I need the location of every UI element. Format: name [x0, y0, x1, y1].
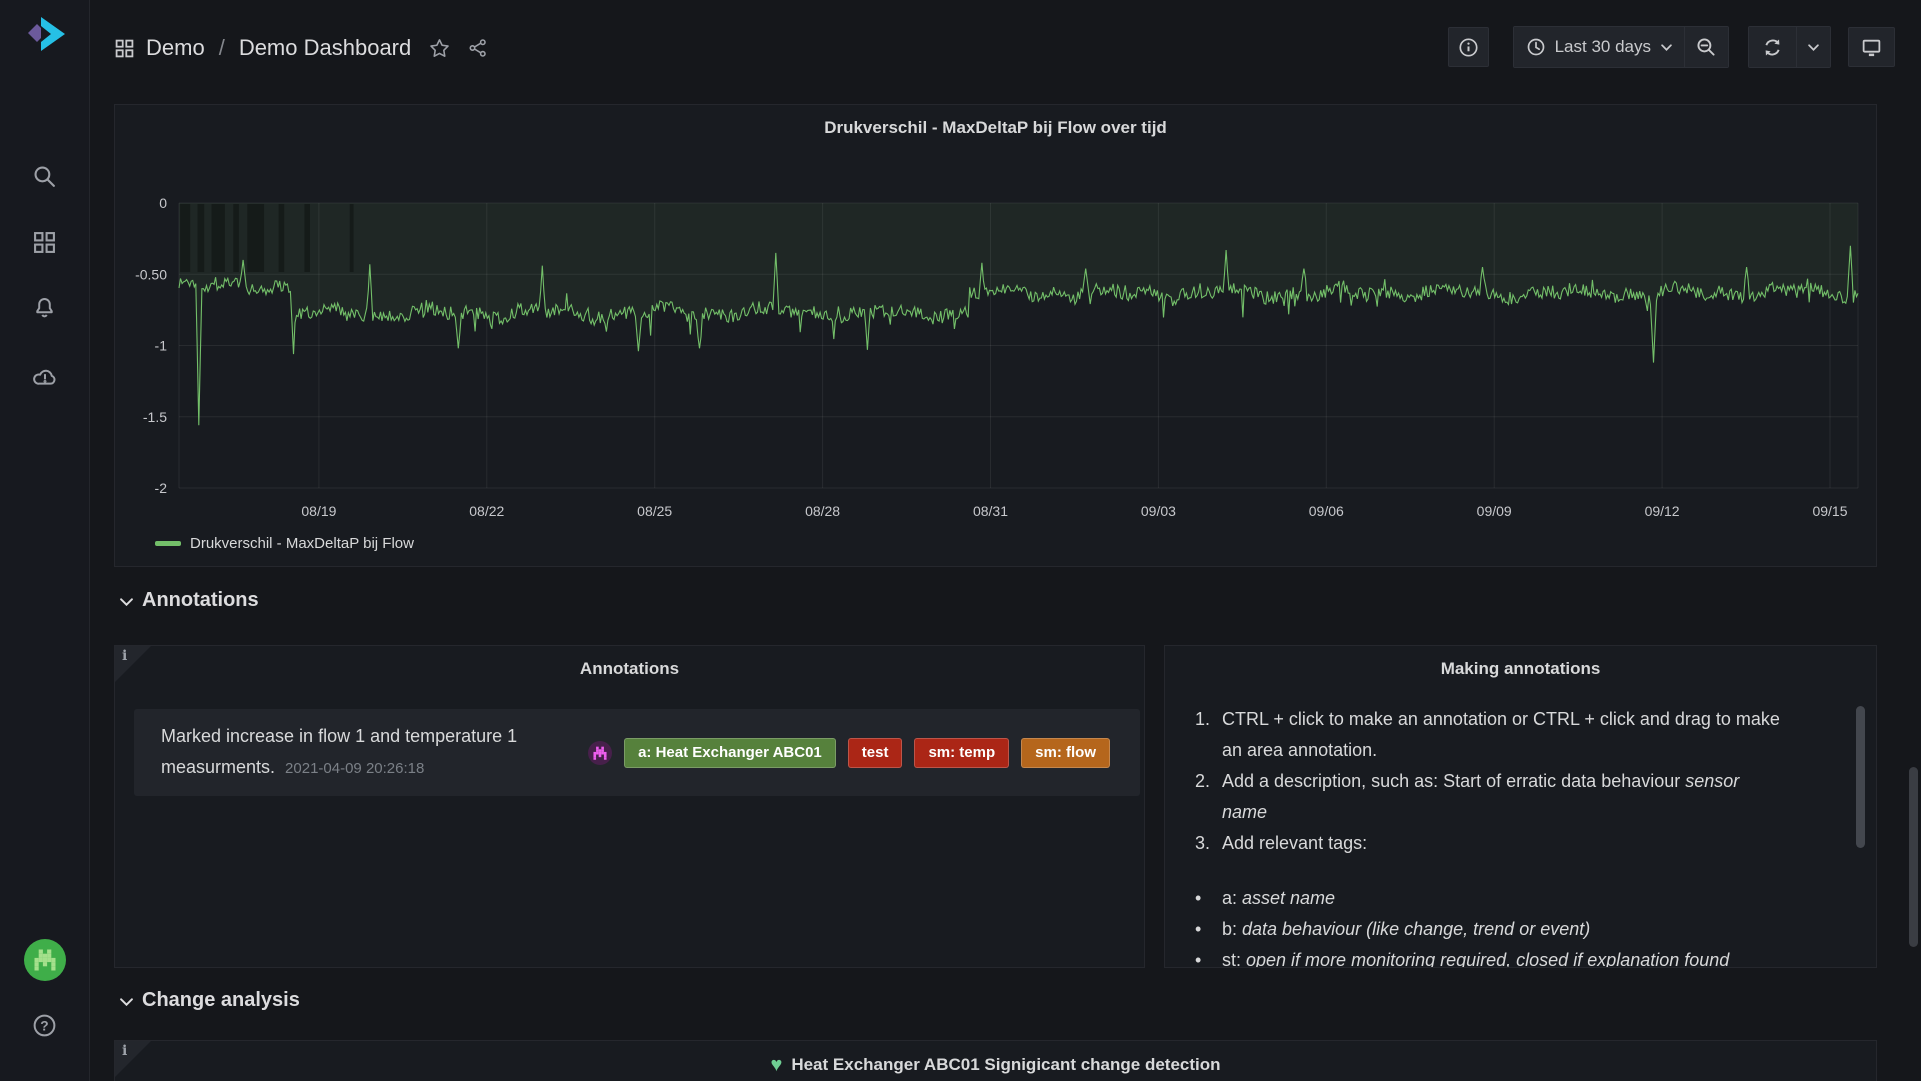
- refresh-icon: [1763, 38, 1782, 57]
- svg-text:?: ?: [40, 1018, 48, 1033]
- panel-title[interactable]: Making annotations: [1165, 659, 1876, 679]
- section-change-analysis-toggle[interactable]: Change analysis: [120, 989, 300, 1012]
- annotation-text: Marked increase in flow 1 and temperatur…: [161, 721, 588, 784]
- annotations-panel: i Annotations Marked increase in flow 1 …: [114, 645, 1145, 968]
- annotation-tag[interactable]: a: Heat Exchanger ABC01: [624, 738, 836, 768]
- cloud-alert-icon[interactable]: [0, 352, 89, 400]
- monitor-icon: [1861, 37, 1882, 58]
- making-bullet: •a: asset name: [1195, 883, 1823, 914]
- annotation-tag[interactable]: sm: flow: [1021, 738, 1110, 768]
- page-scrollbar[interactable]: [1909, 767, 1918, 947]
- svg-text:08/31: 08/31: [973, 503, 1008, 519]
- chevron-down-icon: [1808, 44, 1819, 51]
- panel-title[interactable]: Annotations: [115, 659, 1144, 679]
- making-bullets: •a: asset name•b: data behaviour (like c…: [1195, 883, 1823, 968]
- chevron-down-icon: [1661, 44, 1672, 51]
- zoom-out-button[interactable]: [1684, 27, 1728, 67]
- legend-series-swatch: [155, 541, 181, 546]
- info-corner-icon[interactable]: i: [115, 1041, 151, 1077]
- panel-scrollbar[interactable]: [1856, 706, 1865, 848]
- timeseries-panel: Drukverschil - MaxDeltaP bij Flow over t…: [114, 104, 1877, 567]
- making-annotations-panel: Making annotations 1.CTRL + click to mak…: [1164, 645, 1877, 968]
- kiosk-mode-button[interactable]: [1848, 27, 1895, 67]
- svg-text:0: 0: [159, 195, 167, 211]
- navbar: Demo / Demo Dashboard Last 30 days: [90, 0, 1921, 96]
- time-controls-group: Last 30 days: [1513, 26, 1729, 68]
- making-bullet: •st: open if more monitoring required, c…: [1195, 945, 1823, 968]
- section-change-analysis-label: Change analysis: [142, 989, 300, 1012]
- time-range-label: Last 30 days: [1555, 37, 1651, 57]
- making-steps: 1.CTRL + click to make an annotation or …: [1195, 704, 1823, 859]
- annotation-tag[interactable]: test: [848, 738, 903, 768]
- svg-text:-1.5: -1.5: [143, 409, 167, 425]
- making-step: 3.Add relevant tags:: [1195, 828, 1823, 859]
- info-circle-icon: [1458, 37, 1479, 58]
- svg-text:08/28: 08/28: [805, 503, 840, 519]
- annotation-list-item: Marked increase in flow 1 and temperatur…: [134, 709, 1140, 796]
- heart-icon: ♥: [770, 1055, 782, 1075]
- refresh-interval-dropdown[interactable]: [1796, 27, 1830, 67]
- share-icon[interactable]: [468, 38, 488, 58]
- chevron-down-icon: [120, 998, 133, 1006]
- info-corner-icon[interactable]: i: [115, 646, 151, 682]
- pixel-avatar-green-icon: [24, 939, 66, 981]
- annotation-meta: a: Heat Exchanger ABC01 test sm: temp sm: f…: [588, 738, 1110, 768]
- annotation-tags: a: Heat Exchanger ABC01 test sm: temp sm: f…: [624, 738, 1110, 768]
- annotation-tag[interactable]: sm: temp: [914, 738, 1009, 768]
- sidebar: ?: [0, 0, 90, 1081]
- svg-text:-1: -1: [155, 338, 168, 354]
- refresh-group: [1748, 26, 1831, 68]
- change-detection-panel: i ♥ Heat Exchanger ABC01 Signigicant cha…: [114, 1040, 1877, 1081]
- making-annotations-text: 1.CTRL + click to make an annotation or …: [1195, 704, 1823, 968]
- svg-text:09/12: 09/12: [1645, 503, 1680, 519]
- search-icon[interactable]: [0, 152, 89, 200]
- section-annotations-toggle[interactable]: Annotations: [120, 589, 259, 612]
- svg-text:08/19: 08/19: [301, 503, 336, 519]
- user-avatar[interactable]: [0, 936, 89, 984]
- app-logo-icon[interactable]: [24, 14, 70, 56]
- svg-text:-0.50: -0.50: [135, 266, 167, 282]
- change-detection-title: Heat Exchanger ABC01 Signigicant change …: [791, 1055, 1220, 1075]
- time-range-picker[interactable]: Last 30 days: [1514, 27, 1684, 67]
- annotation-timestamp: 2021-04-09 20:26:18: [285, 760, 424, 777]
- svg-text:09/15: 09/15: [1812, 503, 1847, 519]
- apps-grid-icon: [115, 39, 134, 58]
- breadcrumb-dashboard[interactable]: Demo Dashboard: [239, 35, 411, 61]
- svg-text:-2: -2: [155, 480, 168, 496]
- dashboards-grid-icon[interactable]: [0, 218, 89, 266]
- svg-text:09/03: 09/03: [1141, 503, 1176, 519]
- navbar-toolbar: Last 30 days: [1448, 27, 1895, 67]
- section-annotations-label: Annotations: [142, 589, 259, 612]
- breadcrumb-folder[interactable]: Demo: [146, 35, 205, 61]
- chevron-down-icon: [120, 598, 133, 606]
- chart-legend[interactable]: Drukverschil - MaxDeltaP bij Flow: [155, 535, 414, 552]
- making-step: 1.CTRL + click to make an annotation or …: [1195, 704, 1823, 766]
- clock-icon: [1526, 37, 1546, 57]
- alerting-bell-icon[interactable]: [0, 283, 89, 331]
- panel-title[interactable]: ♥ Heat Exchanger ABC01 Signigicant chang…: [115, 1055, 1876, 1075]
- legend-series-label[interactable]: Drukverschil - MaxDeltaP bij Flow: [190, 535, 414, 552]
- svg-text:08/25: 08/25: [637, 503, 672, 519]
- svg-text:09/06: 09/06: [1309, 503, 1344, 519]
- svg-text:08/22: 08/22: [469, 503, 504, 519]
- help-icon[interactable]: ?: [0, 1001, 89, 1049]
- making-step: 2.Add a description, such as: Start of e…: [1195, 766, 1823, 828]
- annotation-user-avatar: [588, 741, 612, 765]
- favorite-star-icon[interactable]: [429, 38, 450, 59]
- panel-title[interactable]: Drukverschil - MaxDeltaP bij Flow over t…: [115, 118, 1876, 138]
- dashboard-info-button[interactable]: [1448, 27, 1489, 67]
- breadcrumb: Demo / Demo Dashboard: [115, 35, 488, 61]
- magnifier-minus-icon: [1696, 37, 1717, 58]
- making-bullet: •b: data behaviour (like change, trend o…: [1195, 914, 1823, 945]
- refresh-button[interactable]: [1749, 27, 1796, 67]
- breadcrumb-separator: /: [219, 35, 225, 61]
- timeseries-chart[interactable]: 0 -0.50 -1 -1.5 -2 08/19 08/22 08/25 08/28 08/31 0…: [115, 105, 1876, 566]
- svg-text:09/09: 09/09: [1477, 503, 1512, 519]
